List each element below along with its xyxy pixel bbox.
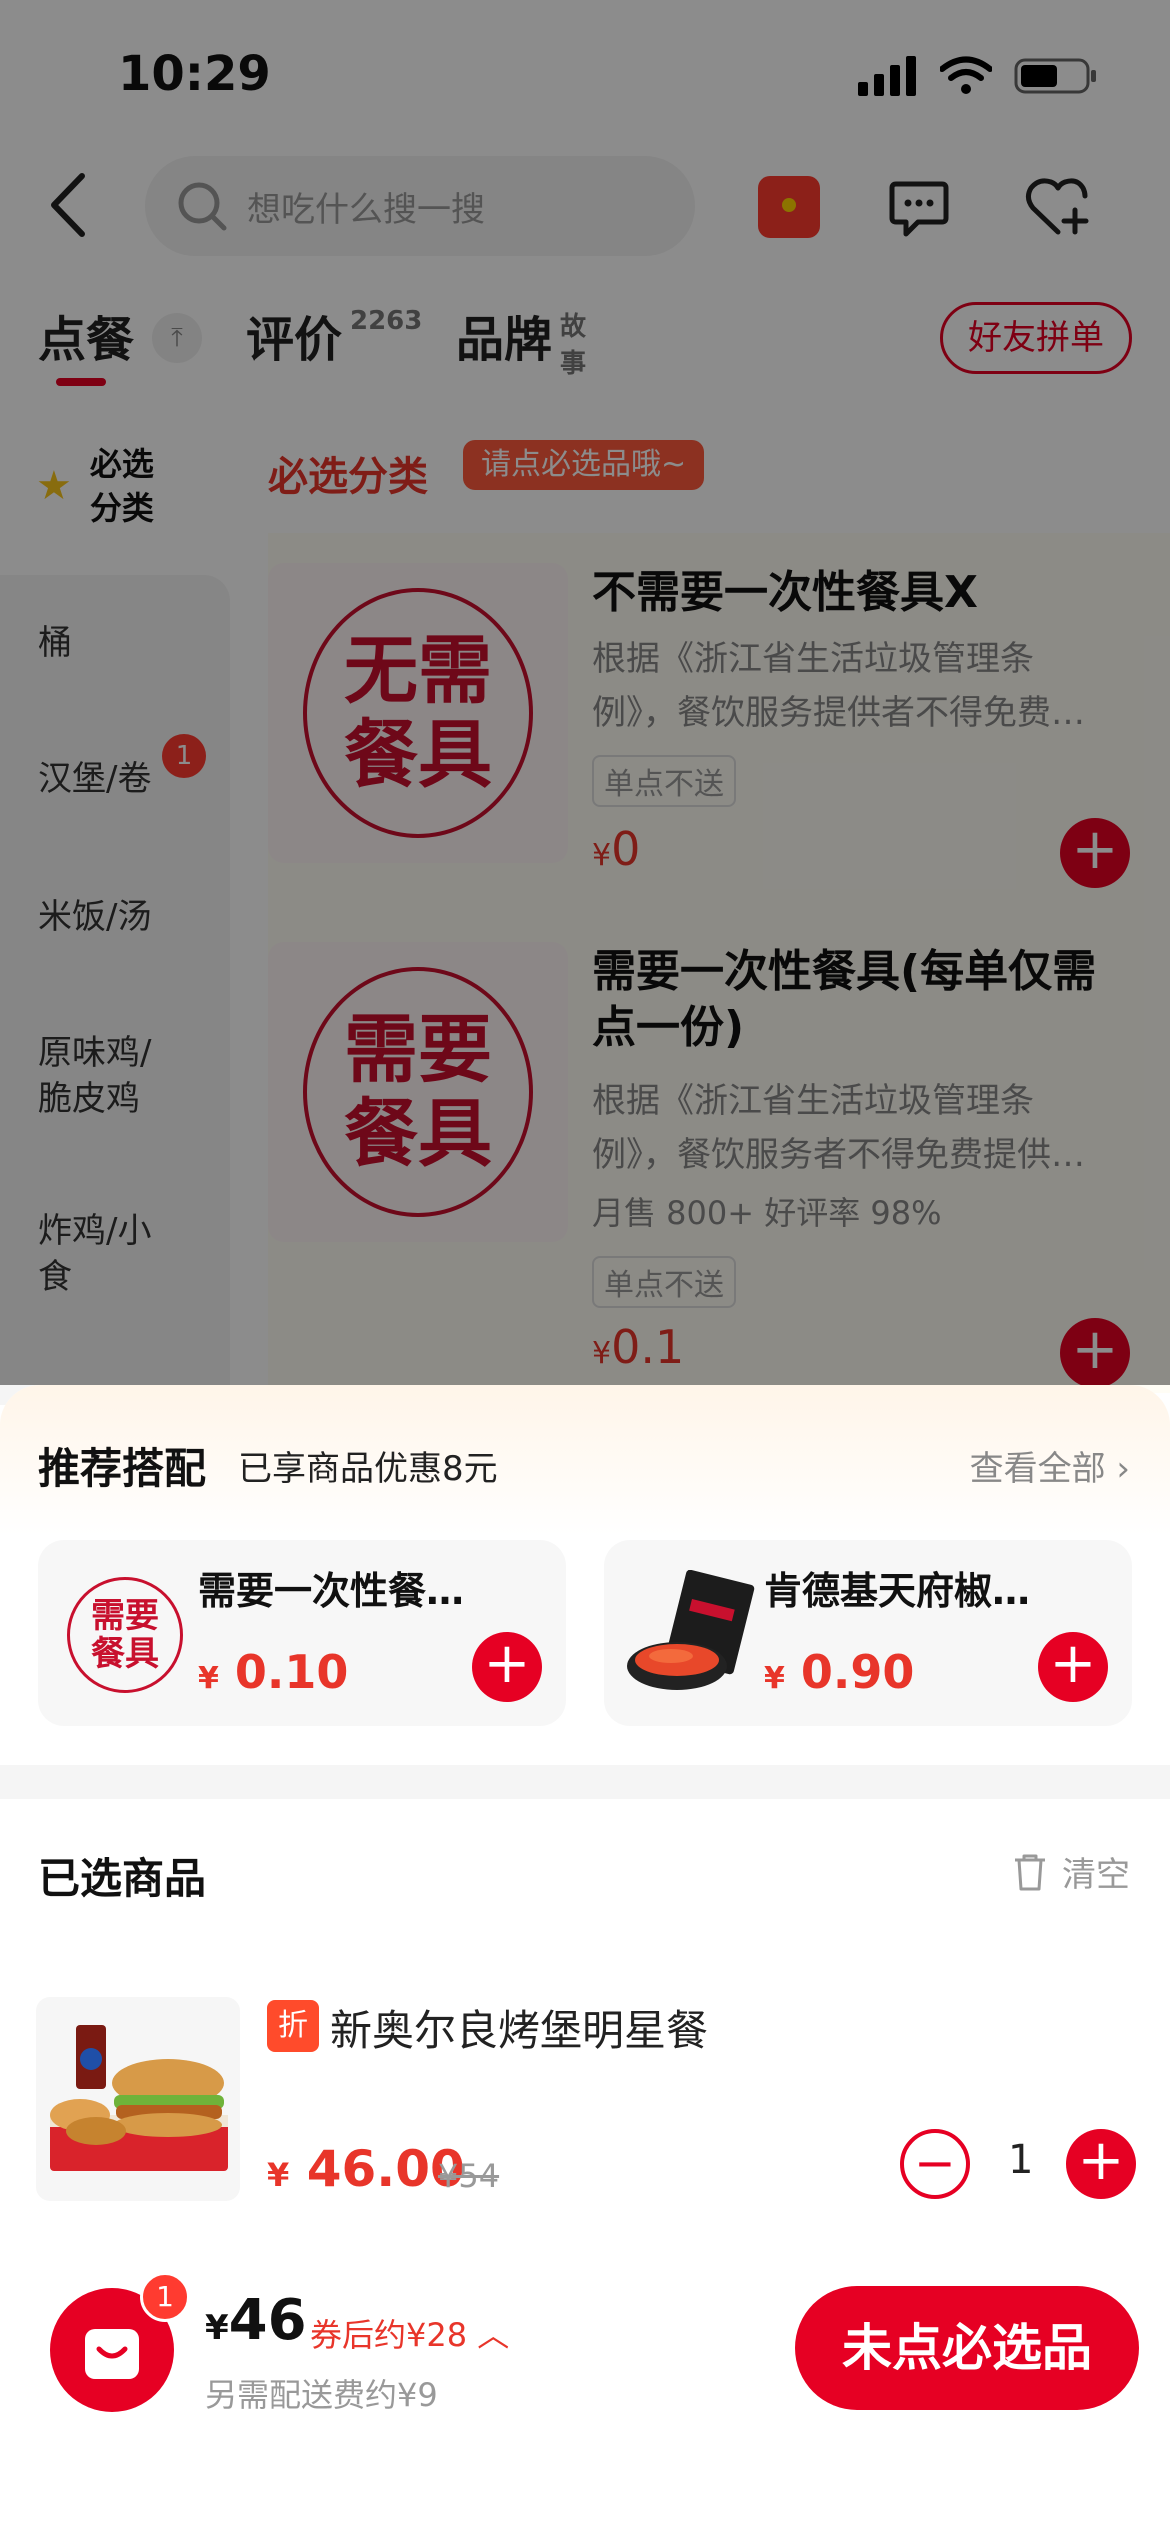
recommend-price: ¥ 0.90 [764, 1645, 915, 1699]
recommend-price: ¥ 0.10 [198, 1645, 349, 1699]
recommend-card[interactable]: 需要餐具 需要一次性餐… ¥ 0.10 + [38, 1540, 566, 1726]
chili-powder-image [616, 1560, 766, 1710]
dim-overlay[interactable] [0, 0, 1170, 1385]
recommend-card[interactable]: 肯德基天府椒… ¥ 0.90 + [604, 1540, 1132, 1726]
selected-title: 已选商品 [38, 1854, 207, 1903]
cart-total: ¥46 [205, 2288, 307, 2353]
recommend-name: 需要一次性餐… [198, 1569, 465, 1613]
quantity-value: 1 [1008, 2137, 1034, 2183]
discount-tag: 折 [267, 2000, 319, 2052]
delivery-fee: 另需配送费约¥9 [205, 2376, 438, 2414]
add-button[interactable]: + [1038, 1632, 1108, 1702]
recommend-title: 推荐搭配 [38, 1444, 207, 1493]
selected-item-name: 新奥尔良烤堡明星餐 [330, 2006, 709, 2055]
recommend-subtitle: 已享商品优惠8元 [238, 1449, 498, 1489]
need-utensils-seal: 需要餐具 [67, 1577, 183, 1693]
coupon-text[interactable]: 券后约¥28 ︿ [310, 2310, 509, 2356]
recommend-thumb: 需要餐具 [50, 1560, 200, 1710]
meal-image[interactable] [36, 1997, 240, 2201]
shopping-bag-icon [85, 2329, 139, 2379]
clear-button[interactable]: 清空 [1012, 1847, 1130, 1896]
chevron-up-icon: ︿ [477, 2316, 510, 2354]
quantity-decrease-button[interactable]: − [900, 2129, 970, 2199]
selected-item-original-price: ¥54 [438, 2157, 500, 2195]
bottom-bar: 1 ¥46 券后约¥28 ︿ 另需配送费约¥9 未点必选品 [0, 2270, 1170, 2532]
trash-icon [1015, 1854, 1045, 1890]
add-button[interactable]: + [472, 1632, 542, 1702]
quantity-increase-button[interactable]: + [1066, 2129, 1136, 2199]
divider [0, 1765, 1170, 1799]
view-all-link[interactable]: 查看全部 › [970, 1441, 1130, 1490]
cart-badge: 1 [140, 2272, 190, 2322]
chevron-right-icon: › [1116, 1449, 1130, 1489]
checkout-button[interactable]: 未点必选品 [795, 2286, 1139, 2410]
recommend-name: 肯德基天府椒… [764, 1569, 1031, 1613]
selected-item-price: ¥ 46.00 [267, 2140, 465, 2198]
